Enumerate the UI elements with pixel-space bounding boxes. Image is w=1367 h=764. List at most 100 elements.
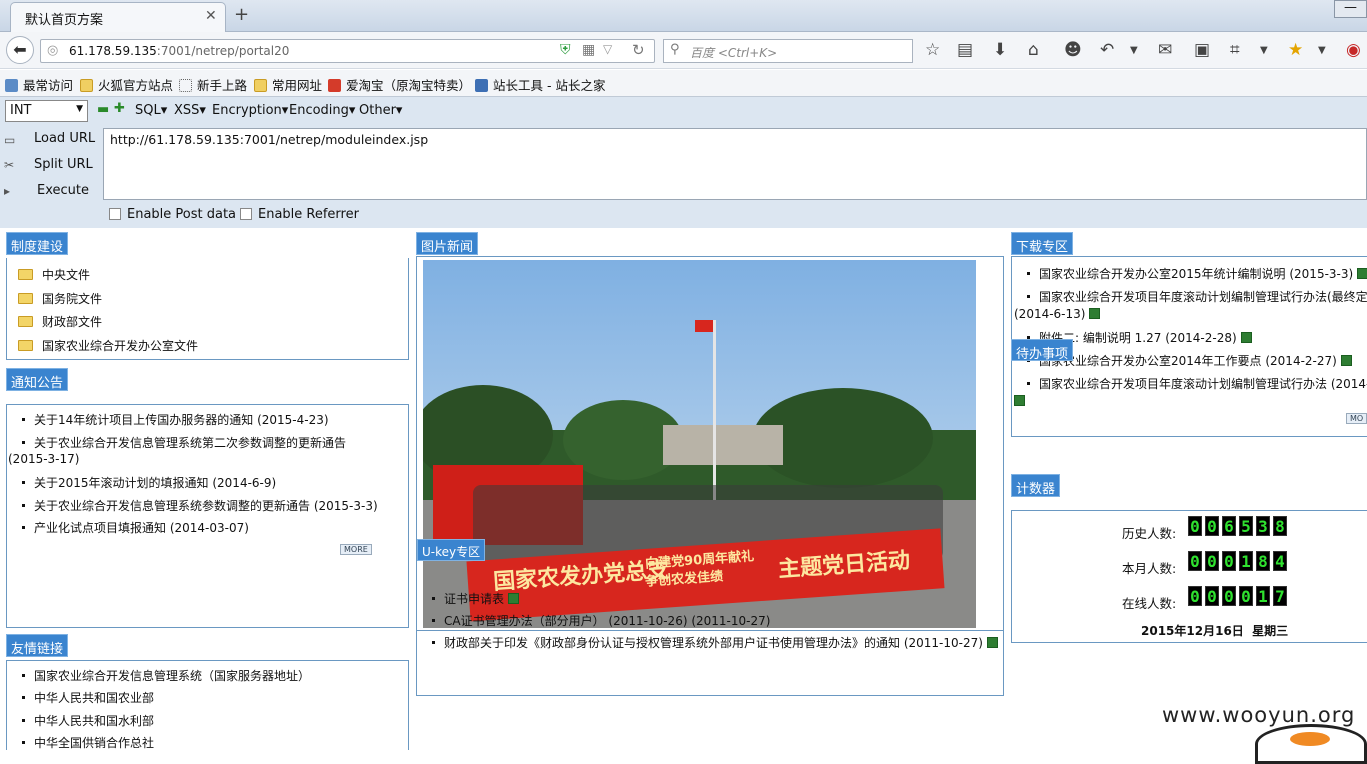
- minus-icon[interactable]: ▬: [97, 102, 109, 117]
- save-icon[interactable]: [1240, 332, 1252, 343]
- split-url-button[interactable]: Split URL: [34, 157, 93, 172]
- list-item[interactable]: 财政部关于印发《财政部身份认证与授权管理系统外部用户证书使用管理办法》的通知 (…: [432, 634, 998, 651]
- list-item-continuation[interactable]: (2015-3-17): [8, 452, 79, 466]
- bookmark-firefox-site[interactable]: 火狐官方站点: [80, 75, 173, 94]
- list-item[interactable]: CA证书管理办法（部分用户） (2011-10-26) (2011-10-27): [432, 612, 770, 629]
- favorite-dropdown-icon[interactable]: ▼: [1318, 45, 1326, 56]
- type-select[interactable]: INT ▼: [5, 100, 88, 122]
- bullet-icon: [22, 504, 25, 507]
- star-icon[interactable]: ☆: [925, 40, 940, 60]
- news-photo[interactable]: 国家农发办党总支 向建党90周年献礼 争创农发佳绩 主题党日活动: [423, 260, 976, 628]
- menu-encryption[interactable]: Encryption▾: [212, 103, 288, 118]
- list-item[interactable]: 国家农业综合开发办公室文件: [18, 337, 198, 354]
- save-icon[interactable]: [1014, 395, 1025, 406]
- execute-icon: ▸: [4, 184, 11, 198]
- bookmark-getting-started[interactable]: 新手上路: [179, 75, 247, 94]
- save-icon[interactable]: [1340, 355, 1352, 366]
- bookmark-most-visited[interactable]: 最常访问: [5, 75, 73, 94]
- addon-icon[interactable]: ◉: [1346, 40, 1361, 60]
- menu-xss[interactable]: XSS▾: [174, 103, 206, 118]
- save-icon[interactable]: [508, 593, 520, 604]
- close-tab-icon[interactable]: ✕: [205, 8, 217, 24]
- download-icon[interactable]: ⬇: [993, 40, 1007, 60]
- load-url-icon: ▭: [4, 133, 16, 147]
- bullet-icon: [22, 481, 25, 484]
- list-item[interactable]: 国家农业综合开发办公室2014年工作要点 (2014-2-27): [1027, 352, 1352, 369]
- list-item[interactable]: 国家农业综合开发信息管理系统（国家服务器地址）: [22, 667, 310, 684]
- bookmark-label: 站长工具 - 站长之家: [493, 78, 606, 93]
- bullet-icon: [22, 674, 25, 677]
- list-item[interactable]: 国家农业综合开发项目年度滚动计划编制管理试行办法(最终定: [1027, 288, 1367, 305]
- comment-icon[interactable]: ✉: [1158, 40, 1172, 60]
- favorite-star-icon[interactable]: ★: [1288, 40, 1303, 60]
- more-button[interactable]: MO: [1346, 413, 1367, 424]
- new-tab-icon[interactable]: +: [234, 4, 249, 25]
- bullet-icon: [22, 696, 25, 699]
- list-item[interactable]: 关于2015年滚动计划的填报通知 (2014-6-9): [22, 474, 276, 491]
- back-icon[interactable]: ⬅: [6, 36, 34, 64]
- referrer-label: Enable Referrer: [258, 207, 359, 222]
- dropdown-arrow-icon[interactable]: ▽: [603, 42, 612, 56]
- reading-list-icon[interactable]: ▤: [957, 40, 973, 60]
- crop-dropdown-icon[interactable]: ▼: [1260, 45, 1268, 56]
- list-item[interactable]: 中华人民共和国农业部: [22, 689, 154, 706]
- bookmark-label: 火狐官方站点: [98, 78, 174, 93]
- list-item[interactable]: 国家农业综合开发项目年度滚动计划编制管理试行办法 (2014-: [1027, 375, 1367, 392]
- list-item[interactable]: 国家农业综合开发办公室2015年统计编制说明 (2015-3-3): [1027, 265, 1367, 282]
- counter-digit: 1: [1239, 551, 1253, 571]
- bookmark-chinaz[interactable]: 站长工具 - 站长之家: [475, 75, 605, 94]
- url-path: :7001/netrep/portal20: [156, 44, 290, 58]
- url-textarea[interactable]: http://61.178.59.135:7001/netrep/modulei…: [103, 128, 1367, 200]
- folder-icon: [18, 316, 33, 327]
- search-box[interactable]: ⚲ 百度 <Ctrl+K>: [663, 39, 913, 63]
- crop-icon[interactable]: ⌗: [1230, 40, 1240, 60]
- reload-icon[interactable]: ↻: [632, 41, 645, 59]
- post-data-checkbox[interactable]: [109, 208, 121, 220]
- list-item[interactable]: 关于14年统计项目上传国办服务器的通知 (2015-4-23): [22, 411, 329, 428]
- qr-code-icon[interactable]: ▦: [582, 42, 595, 58]
- home-icon[interactable]: ⌂: [1028, 40, 1039, 60]
- save-icon[interactable]: [1357, 268, 1367, 279]
- window-minimize-button[interactable]: —: [1334, 0, 1367, 18]
- save-icon[interactable]: [986, 637, 998, 648]
- list-item-label: 关于2015年滚动计划的填报通知 (2014-6-9): [34, 476, 277, 490]
- list-item[interactable]: 证书申请表: [432, 590, 520, 607]
- list-item-label: 关于农业综合开发信息管理系统参数调整的更新通告 (2015-3-3): [34, 499, 378, 513]
- list-item[interactable]: 关于农业综合开发信息管理系统第二次参数调整的更新通告: [22, 434, 346, 451]
- policy-section-title: 制度建设: [6, 232, 69, 255]
- list-item[interactable]: 国务院文件: [18, 290, 102, 307]
- counter-digit: 3: [1256, 516, 1270, 536]
- plus-icon[interactable]: ✚: [114, 101, 125, 116]
- bookmark-aitaobao[interactable]: 爱淘宝（原淘宝特卖）: [328, 75, 471, 94]
- load-url-button[interactable]: Load URL: [34, 131, 95, 146]
- menu-other[interactable]: Other▾: [359, 103, 402, 118]
- list-item[interactable]: 关于农业综合开发信息管理系统参数调整的更新通告 (2015-3-3): [22, 497, 378, 514]
- address-bar[interactable]: ◎ 61.178.59.135:7001/netrep/portal20 ⛨ ▦…: [40, 39, 655, 63]
- chat-icon[interactable]: ☻: [1064, 40, 1082, 60]
- undo-dropdown-icon[interactable]: ▼: [1130, 45, 1138, 56]
- browser-tab[interactable]: 默认首页方案 ✕: [10, 2, 226, 33]
- post-data-label: Enable Post data: [127, 207, 237, 222]
- current-date: 2015年12月16日 星期三: [1141, 624, 1289, 638]
- mascot-beak: [1290, 732, 1330, 746]
- execute-button[interactable]: Execute: [37, 183, 89, 198]
- referrer-checkbox[interactable]: [240, 208, 252, 220]
- list-item[interactable]: 产业化试点项目填报通知 (2014-03-07): [22, 519, 249, 536]
- save-icon[interactable]: [1089, 308, 1101, 319]
- list-item[interactable]: 财政部文件: [18, 313, 102, 330]
- menu-sql[interactable]: SQL▾: [135, 103, 167, 118]
- list-item-continuation[interactable]: (2014-6-13): [1014, 307, 1101, 321]
- undo-icon[interactable]: ↶: [1100, 40, 1114, 60]
- counter-label: 在线人数:: [1122, 596, 1177, 611]
- counter-label: 历史人数:: [1122, 526, 1177, 541]
- menu-encoding[interactable]: Encoding▾: [289, 103, 355, 118]
- shield-icon[interactable]: ⛨: [560, 42, 571, 58]
- more-button[interactable]: MORE: [340, 544, 372, 555]
- bookmark-common-sites[interactable]: 常用网址: [254, 75, 322, 94]
- list-item[interactable]: 中央文件: [18, 266, 90, 283]
- url-host: 61.178.59.135: [69, 44, 157, 58]
- split-url-icon: ✂: [4, 158, 15, 172]
- bullet-icon: [432, 597, 435, 600]
- reader-view-icon[interactable]: ▣: [1194, 40, 1210, 60]
- list-item[interactable]: 中华人民共和国水利部: [22, 712, 154, 729]
